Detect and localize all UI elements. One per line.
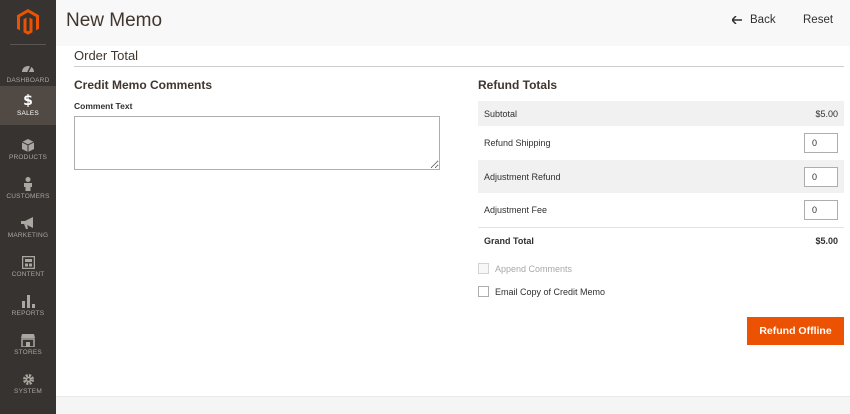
append-comments-checkbox (478, 263, 489, 274)
sidebar-item-label: STORES (14, 349, 42, 356)
refund-offline-button[interactable]: Refund Offline (747, 317, 844, 345)
append-comments-label: Append Comments (495, 263, 573, 274)
sidebar-item-sales[interactable]: $ SALES (0, 86, 56, 125)
sidebar-item-stores[interactable]: STORES (0, 325, 56, 364)
sidebar-item-label: SYSTEM (14, 388, 42, 395)
sidebar-item-label: DASHBOARD (6, 77, 50, 84)
append-comments-option: Append Comments (478, 263, 572, 274)
sidebar-item-label: REPORTS (11, 310, 45, 317)
email-copy-label: Email Copy of Credit Memo (495, 286, 606, 297)
sidebar-item-products[interactable]: PRODUCTS (0, 130, 56, 169)
sidebar-item-label: CONTENT (11, 271, 45, 278)
back-button-label: Back (750, 14, 776, 26)
sidebar-divider (10, 44, 46, 45)
subtotal-value: $5.00 (815, 108, 838, 119)
email-copy-checkbox[interactable] (478, 286, 489, 297)
sidebar-item-label: PRODUCTS (8, 154, 48, 161)
reset-button[interactable]: Reset (803, 14, 833, 26)
sidebar-item-reports[interactable]: REPORTS (0, 286, 56, 325)
cube-icon (22, 138, 34, 152)
adjustment-refund-row: Adjustment Refund (478, 160, 844, 193)
sidebar-item-content[interactable]: CONTENT (0, 247, 56, 286)
comment-text-input[interactable] (74, 116, 440, 170)
comment-text-label: Comment Text (74, 101, 133, 111)
sidebar-item-customers[interactable]: CUSTOMERS (0, 169, 56, 208)
adjustment-fee-label: Adjustment Fee (484, 205, 548, 215)
admin-sidebar: DASHBOARD $ SALES PRODUCTS CUSTOMERS MAR… (0, 0, 56, 414)
sidebar-item-marketing[interactable]: MARKETING (0, 208, 56, 247)
dollar-icon: $ (23, 93, 33, 109)
order-total-heading: Order Total (74, 48, 139, 63)
gear-icon (22, 372, 35, 386)
adjustment-fee-row: Adjustment Fee (478, 193, 844, 227)
refund-shipping-row: Refund Shipping (478, 126, 844, 160)
sidebar-item-label: SALES (17, 110, 39, 117)
refund-shipping-input[interactable] (804, 133, 838, 153)
sidebar-item-label: CUSTOMERS (6, 193, 50, 200)
grand-total-row: Grand Total $5.00 (478, 227, 844, 253)
magento-logo-icon (17, 9, 39, 35)
subtotal-row: Subtotal $5.00 (478, 101, 844, 126)
bar-chart-icon (21, 294, 35, 308)
grand-total-label: Grand Total (484, 235, 534, 246)
refund-totals-title: Refund Totals (478, 78, 558, 92)
arrow-left-icon (732, 16, 742, 24)
adjustment-fee-input[interactable] (804, 200, 838, 220)
magento-logo[interactable] (0, 0, 56, 44)
subtotal-label: Subtotal (484, 108, 518, 119)
refund-shipping-label: Refund Shipping (484, 138, 551, 148)
grand-total-value: $5.00 (815, 235, 838, 246)
page-header: New Memo Back Reset (56, 0, 850, 46)
person-icon (23, 177, 33, 191)
layout-icon (21, 255, 35, 269)
megaphone-icon (21, 216, 35, 230)
sidebar-item-label: MARKETING (7, 232, 49, 239)
adjustment-refund-label: Adjustment Refund (484, 171, 561, 182)
page-footer-strip (56, 396, 850, 414)
dashboard-icon (21, 61, 35, 75)
page-title: New Memo (66, 10, 163, 31)
email-copy-option[interactable]: Email Copy of Credit Memo (478, 286, 605, 297)
sidebar-item-system[interactable]: SYSTEM (0, 364, 56, 403)
adjustment-refund-input[interactable] (804, 166, 838, 187)
back-button[interactable]: Back (732, 14, 776, 26)
main-content: Order Total Credit Memo Comments Comment… (56, 46, 850, 396)
storefront-icon (21, 333, 35, 347)
section-divider (74, 66, 844, 67)
credit-memo-comments-title: Credit Memo Comments (74, 78, 213, 92)
